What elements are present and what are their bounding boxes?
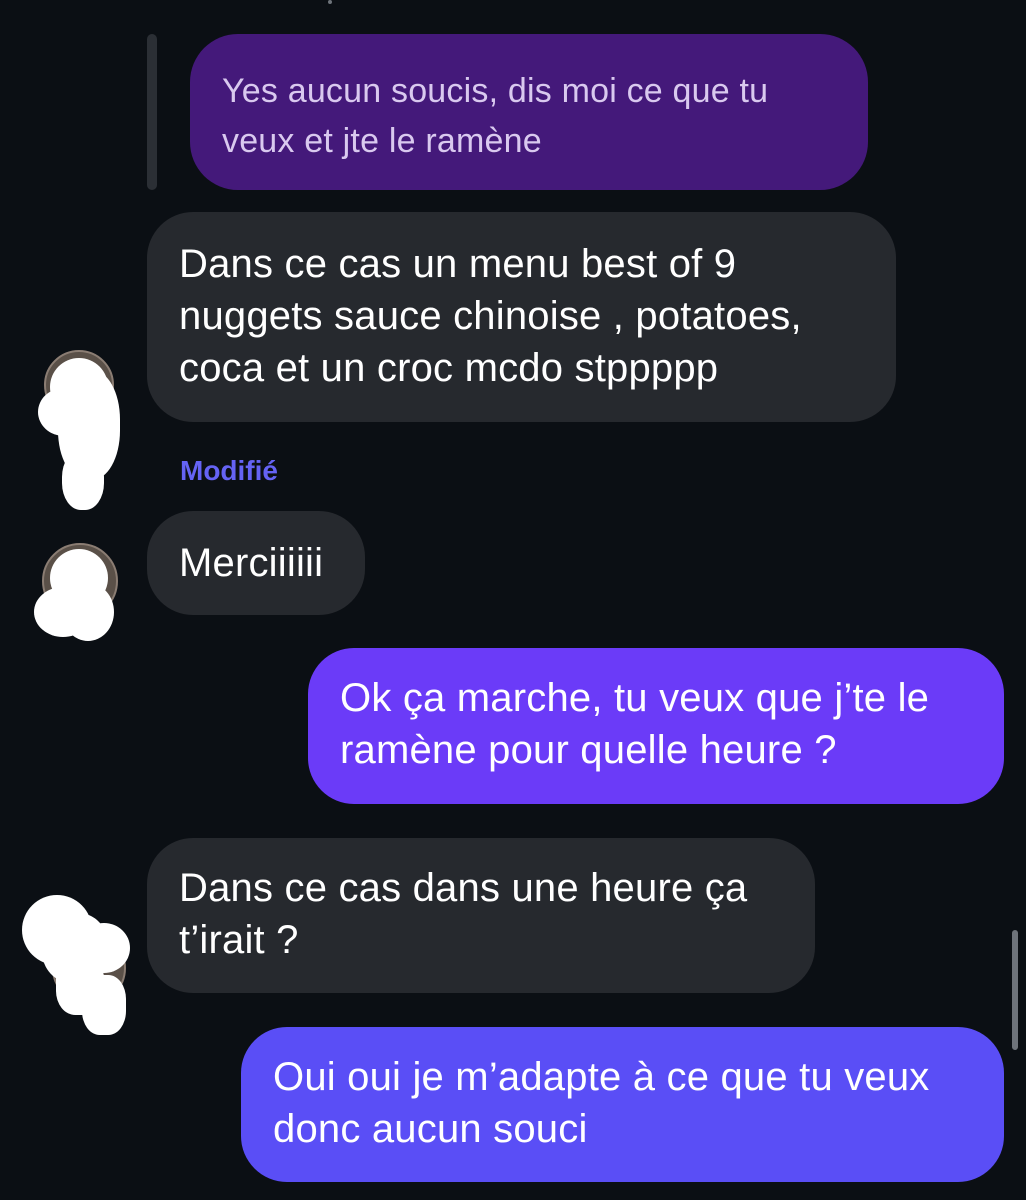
message-bubble-outgoing[interactable]: Oui oui je m’adapte à ce que tu veux don…: [241, 1027, 1004, 1182]
avatar[interactable]: [38, 350, 128, 515]
message-text: Ok ça marche, tu veux que j’te le ramène…: [340, 676, 930, 772]
scrollbar[interactable]: [1012, 930, 1018, 1050]
message-bubble-incoming[interactable]: Dans ce cas un menu best of 9 nuggets sa…: [147, 212, 896, 422]
message-text: Merciiiiii: [179, 541, 324, 585]
quoted-reply-bubble[interactable]: Yes aucun soucis, dis moi ce que tu veux…: [190, 34, 868, 190]
message-text: Oui oui je m’adapte à ce que tu veux don…: [273, 1055, 930, 1151]
message-bubble-incoming[interactable]: Dans ce cas dans une heure ça t’irait ?: [147, 838, 815, 993]
divider-dot: [328, 0, 332, 4]
avatar[interactable]: [32, 543, 124, 643]
message-text: Dans ce cas dans une heure ça t’irait ?: [179, 866, 748, 962]
message-text: Dans ce cas un menu best of 9 nuggets sa…: [179, 242, 802, 390]
message-bubble-outgoing[interactable]: Ok ça marche, tu veux que j’te le ramène…: [308, 648, 1004, 804]
avatar[interactable]: [22, 895, 132, 1040]
message-bubble-incoming[interactable]: Merciiiiii: [147, 511, 365, 615]
chat-screen: Yes aucun soucis, dis moi ce que tu veux…: [0, 0, 1026, 1200]
reply-quote-bar: [147, 34, 157, 190]
edited-label: Modifié: [180, 455, 278, 486]
quoted-reply-text: Yes aucun soucis, dis moi ce que tu veux…: [222, 72, 769, 160]
